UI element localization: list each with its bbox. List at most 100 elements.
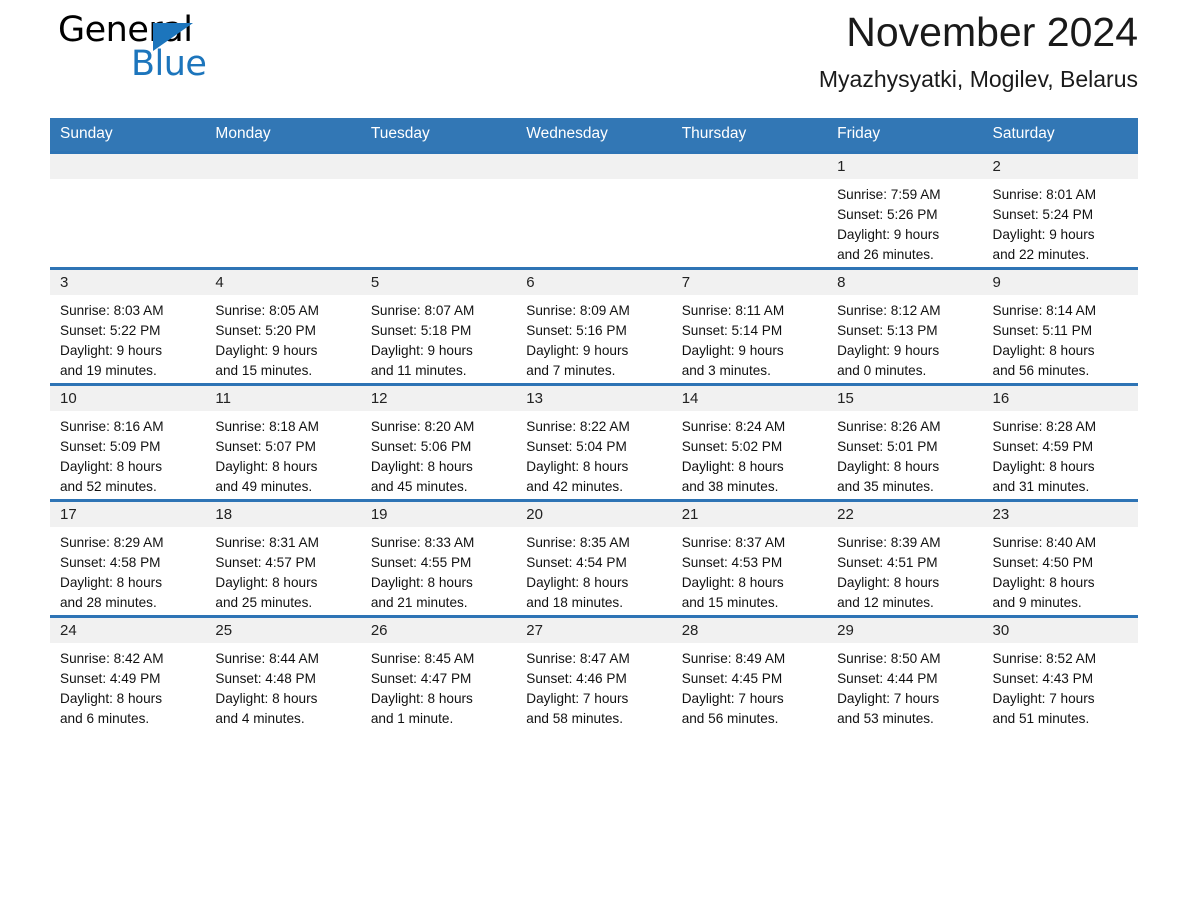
calendar-day-cell[interactable]: 14 Sunrise: 8:24 AM Sunset: 5:02 PM Dayligh… bbox=[671, 383, 828, 501]
day-cell-inner: 13 Sunrise: 8:22 AM Sunset: 5:04 PM Dayligh… bbox=[516, 386, 672, 499]
calendar-day-cell[interactable]: 26 Sunrise: 8:45 AM Sunset: 4:47 PM Dayligh… bbox=[360, 615, 517, 731]
day-number: 26 bbox=[360, 618, 517, 643]
sunrise-text: Sunrise: 8:09 AM bbox=[526, 303, 630, 318]
calendar-day-cell[interactable]: 16 Sunrise: 8:28 AM Sunset: 4:59 PM Dayligh… bbox=[982, 383, 1138, 501]
daylight-text-line2: and 49 minutes. bbox=[215, 478, 313, 494]
daylight-text-line1: Daylight: 8 hours bbox=[215, 574, 318, 590]
calendar-day-cell[interactable]: 18 Sunrise: 8:31 AM Sunset: 4:57 PM Dayligh… bbox=[205, 499, 361, 617]
daylight-text-line2: and 3 minutes. bbox=[681, 362, 771, 378]
daylight-text-line2: and 1 minute. bbox=[370, 710, 454, 726]
daylight-text-line2: and 58 minutes. bbox=[526, 710, 623, 726]
day-number: 3 bbox=[50, 270, 206, 295]
day-cell-inner: 12 Sunrise: 8:20 AM Sunset: 5:06 PM Dayligh… bbox=[360, 386, 517, 499]
day-number: 28 bbox=[671, 618, 828, 643]
day-details: Sunrise: 8:42 AM Sunset: 4:49 PM Daylight:… bbox=[50, 643, 205, 729]
general-blue-logo: General Blue bbox=[50, 10, 250, 88]
calendar-day-cell[interactable]: 20 Sunrise: 8:35 AM Sunset: 4:54 PM Dayligh… bbox=[516, 499, 672, 617]
daylight-text-line2: and 45 minutes. bbox=[370, 478, 468, 494]
sunrise-text: Sunrise: 8:42 AM bbox=[60, 651, 164, 666]
daylight-text-line2: and 19 minutes. bbox=[60, 362, 157, 378]
title-block: November 2024 Myazhysyatki, Mogilev, Bel… bbox=[819, 0, 1138, 95]
sunset-text: Sunset: 5:13 PM bbox=[837, 322, 938, 338]
calendar-day-cell[interactable]: 1 Sunrise: 7:59 AM Sunset: 5:26 PM Daylight… bbox=[827, 151, 983, 269]
calendar-day-cell[interactable]: 6 Sunrise: 8:09 AM Sunset: 5:16 PM Daylight… bbox=[516, 267, 672, 385]
daylight-text-line1: Daylight: 9 hours bbox=[837, 226, 940, 242]
day-number: 8 bbox=[827, 270, 983, 295]
daylight-text-line2: and 6 minutes. bbox=[60, 710, 150, 726]
calendar-day-cell[interactable]: 23 Sunrise: 8:40 AM Sunset: 4:50 PM Dayligh… bbox=[982, 499, 1138, 617]
sunset-text: Sunset: 5:04 PM bbox=[526, 438, 627, 454]
calendar-day-cell[interactable]: 30 Sunrise: 8:52 AM Sunset: 4:43 PM Dayligh… bbox=[982, 615, 1138, 731]
sunrise-text: Sunrise: 8:52 AM bbox=[992, 651, 1097, 666]
sunrise-text: Sunrise: 8:14 AM bbox=[992, 303, 1097, 318]
calendar-day-cell[interactable]: 19 Sunrise: 8:33 AM Sunset: 4:55 PM Dayligh… bbox=[360, 499, 517, 617]
sunset-text: Sunset: 5:01 PM bbox=[837, 438, 938, 454]
sunset-text: Sunset: 5:14 PM bbox=[681, 322, 783, 338]
sunrise-text: Sunrise: 8:28 AM bbox=[992, 419, 1097, 434]
daylight-text-line2: and 26 minutes. bbox=[837, 246, 934, 262]
day-details: Sunrise: 7:59 AM Sunset: 5:26 PM Daylight:… bbox=[827, 179, 982, 265]
daylight-text-line2: and 28 minutes. bbox=[60, 594, 157, 610]
calendar-body: 1 Sunrise: 7:59 AM Sunset: 5:26 PM Daylight… bbox=[50, 151, 1138, 731]
day-cell-inner: 24 Sunrise: 8:42 AM Sunset: 4:49 PM Dayligh… bbox=[50, 618, 206, 731]
day-number: 9 bbox=[982, 270, 1138, 295]
day-number: 13 bbox=[516, 386, 672, 411]
calendar-day-cell[interactable]: 10 Sunrise: 8:16 AM Sunset: 5:09 PM Dayligh… bbox=[50, 383, 206, 501]
calendar-day-cell[interactable]: 27 Sunrise: 8:47 AM Sunset: 4:46 PM Dayligh… bbox=[516, 615, 672, 731]
day-details: Sunrise: 8:44 AM Sunset: 4:48 PM Daylight:… bbox=[205, 643, 360, 729]
day-cell-inner: 7 Sunrise: 8:11 AM Sunset: 5:14 PM Daylight… bbox=[671, 270, 828, 383]
day-cell-inner: 28 Sunrise: 8:49 AM Sunset: 4:45 PM Dayligh… bbox=[671, 618, 828, 731]
sunrise-text: Sunrise: 8:35 AM bbox=[526, 535, 630, 550]
calendar-day-cell[interactable]: 15 Sunrise: 8:26 AM Sunset: 5:01 PM Dayligh… bbox=[827, 383, 983, 501]
day-cell-inner: 10 Sunrise: 8:16 AM Sunset: 5:09 PM Dayligh… bbox=[50, 386, 206, 499]
logo-text-blue: Blue bbox=[131, 44, 207, 84]
sunset-text: Sunset: 5:20 PM bbox=[215, 322, 316, 338]
sunset-text: Sunset: 4:46 PM bbox=[526, 670, 627, 686]
calendar-day-cell[interactable]: 24 Sunrise: 8:42 AM Sunset: 4:49 PM Dayligh… bbox=[50, 615, 206, 731]
calendar-day-cell[interactable]: 22 Sunrise: 8:39 AM Sunset: 4:51 PM Dayligh… bbox=[827, 499, 983, 617]
day-details: Sunrise: 8:01 AM Sunset: 5:24 PM Daylight:… bbox=[983, 179, 1138, 265]
day-number: 10 bbox=[50, 386, 206, 411]
calendar-day-cell[interactable]: 2 Sunrise: 8:01 AM Sunset: 5:24 PM Daylight… bbox=[982, 151, 1138, 269]
calendar-day-cell[interactable]: 9 Sunrise: 8:14 AM Sunset: 5:11 PM Daylight… bbox=[982, 267, 1138, 385]
calendar-day-cell[interactable]: 4 Sunrise: 8:05 AM Sunset: 5:20 PM Daylight… bbox=[205, 267, 361, 385]
weekday-header-sunday: Sunday bbox=[50, 118, 206, 153]
calendar-header-row: Sunday Monday Tuesday Wednesday Thursday… bbox=[50, 118, 1138, 153]
sunset-text: Sunset: 4:45 PM bbox=[681, 670, 783, 686]
sunrise-text: Sunrise: 8:11 AM bbox=[681, 303, 785, 318]
day-details: Sunrise: 8:07 AM Sunset: 5:18 PM Daylight:… bbox=[361, 295, 516, 381]
sunset-text: Sunset: 4:59 PM bbox=[992, 438, 1094, 454]
calendar-day-cell[interactable]: 12 Sunrise: 8:20 AM Sunset: 5:06 PM Dayligh… bbox=[360, 383, 517, 501]
sunrise-text: Sunrise: 8:49 AM bbox=[681, 651, 786, 666]
day-cell-inner bbox=[360, 154, 517, 267]
calendar-day-cell[interactable]: 3 Sunrise: 8:03 AM Sunset: 5:22 PM Daylight… bbox=[50, 267, 206, 385]
day-cell-inner: 17 Sunrise: 8:29 AM Sunset: 4:58 PM Dayligh… bbox=[50, 502, 206, 615]
sunset-text: Sunset: 5:09 PM bbox=[60, 438, 161, 454]
calendar-day-cell[interactable]: 17 Sunrise: 8:29 AM Sunset: 4:58 PM Dayligh… bbox=[50, 499, 206, 617]
calendar-day-cell[interactable]: 28 Sunrise: 8:49 AM Sunset: 4:45 PM Dayligh… bbox=[671, 615, 828, 731]
day-number: 17 bbox=[50, 502, 206, 527]
calendar-day-cell[interactable]: 25 Sunrise: 8:44 AM Sunset: 4:48 PM Dayligh… bbox=[205, 615, 361, 731]
calendar-day-cell-empty bbox=[671, 151, 828, 269]
calendar-day-cell[interactable]: 29 Sunrise: 8:50 AM Sunset: 4:44 PM Dayligh… bbox=[827, 615, 983, 731]
calendar-day-cell[interactable]: 8 Sunrise: 8:12 AM Sunset: 5:13 PM Daylight… bbox=[827, 267, 983, 385]
sunrise-text: Sunrise: 8:31 AM bbox=[215, 535, 319, 550]
daylight-text-line2: and 38 minutes. bbox=[681, 478, 779, 494]
day-cell-inner: 5 Sunrise: 8:07 AM Sunset: 5:18 PM Daylight… bbox=[360, 270, 517, 383]
weekday-header-monday: Monday bbox=[205, 118, 361, 153]
day-details: Sunrise: 8:39 AM Sunset: 4:51 PM Daylight:… bbox=[827, 527, 982, 613]
calendar-day-cell[interactable]: 13 Sunrise: 8:22 AM Sunset: 5:04 PM Dayligh… bbox=[516, 383, 672, 501]
daylight-text-line1: Daylight: 9 hours bbox=[215, 342, 318, 358]
calendar-day-cell[interactable]: 5 Sunrise: 8:07 AM Sunset: 5:18 PM Daylight… bbox=[360, 267, 517, 385]
daylight-text-line1: Daylight: 7 hours bbox=[526, 690, 629, 706]
calendar-day-cell[interactable]: 7 Sunrise: 8:11 AM Sunset: 5:14 PM Daylight… bbox=[671, 267, 828, 385]
sunrise-text: Sunrise: 7:59 AM bbox=[837, 187, 941, 202]
sunrise-text: Sunrise: 8:37 AM bbox=[681, 535, 786, 550]
daylight-text-line2: and 9 minutes. bbox=[992, 594, 1082, 610]
day-number: 18 bbox=[205, 502, 361, 527]
calendar-day-cell[interactable]: 11 Sunrise: 8:18 AM Sunset: 5:07 PM Dayligh… bbox=[205, 383, 361, 501]
daylight-text-line1: Daylight: 8 hours bbox=[992, 574, 1095, 590]
sunrise-text: Sunrise: 8:03 AM bbox=[60, 303, 164, 318]
calendar-day-cell[interactable]: 21 Sunrise: 8:37 AM Sunset: 4:53 PM Dayligh… bbox=[671, 499, 828, 617]
daylight-text-line2: and 52 minutes. bbox=[60, 478, 157, 494]
